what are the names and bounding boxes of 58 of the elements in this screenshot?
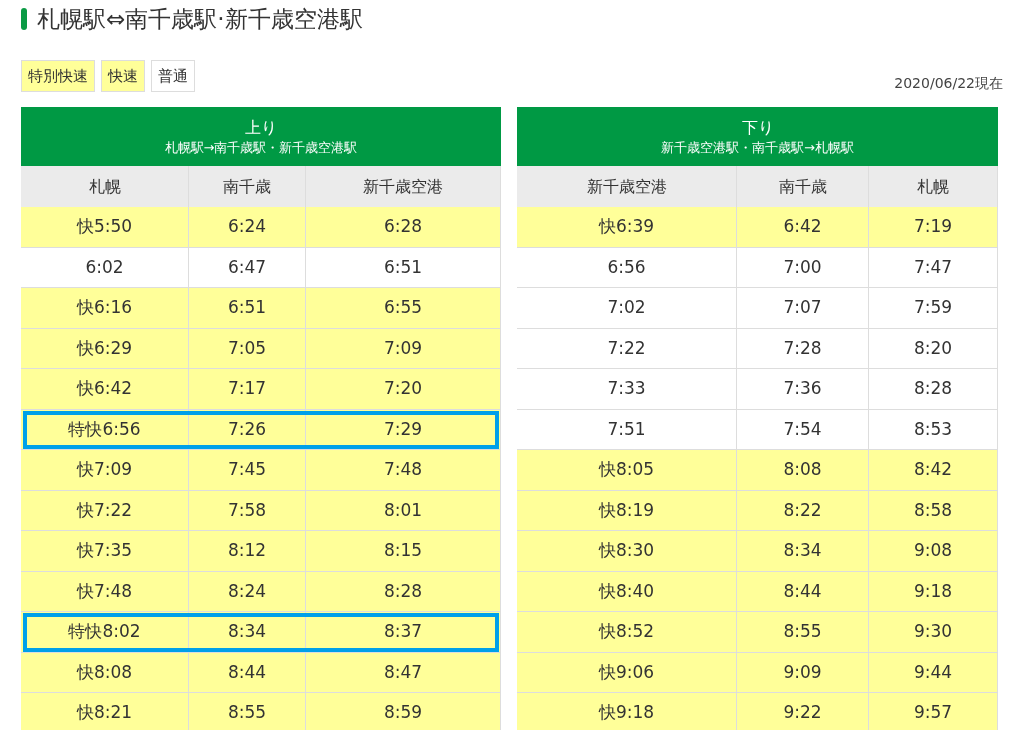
- time-cell: 快8:52: [517, 612, 737, 653]
- time-cell: 8:12: [189, 531, 306, 572]
- time-cell: 快6:42: [21, 369, 189, 410]
- time-cell: 8:08: [737, 450, 869, 491]
- time-cell: 7:33: [517, 369, 737, 410]
- column-header: 南千歳: [189, 166, 306, 207]
- train-type-label: 普通: [151, 60, 195, 92]
- time-cell: 7:48: [306, 450, 501, 491]
- time-cell: 8:59: [306, 693, 501, 730]
- time-cell: 快8:30: [517, 531, 737, 572]
- column-header: 南千歳: [737, 166, 869, 207]
- time-cell: 8:34: [189, 612, 306, 653]
- train-type-label: 快速: [101, 60, 145, 92]
- time-cell: 6:24: [189, 207, 306, 248]
- time-cell: 7:45: [189, 450, 306, 491]
- time-cell: 8:42: [869, 450, 998, 491]
- time-cell: 8:55: [189, 693, 306, 730]
- time-cell: 6:55: [306, 288, 501, 329]
- column-header: 新千歳空港: [517, 166, 737, 207]
- time-cell: 特快8:02: [21, 612, 189, 653]
- time-cell: 快8:21: [21, 693, 189, 730]
- time-cell: 6:51: [189, 288, 306, 329]
- time-cell: 7:19: [869, 207, 998, 248]
- column-header: 札幌: [21, 166, 189, 207]
- route-subtitle: 新千歳空港駅・南千歳駅→札幌駅: [661, 138, 854, 157]
- time-cell: 9:22: [737, 693, 869, 730]
- time-cell: 快7:09: [21, 450, 189, 491]
- time-cell: 快6:39: [517, 207, 737, 248]
- time-cell: 6:42: [737, 207, 869, 248]
- time-cell: 快9:18: [517, 693, 737, 730]
- time-cell: 7:59: [869, 288, 998, 329]
- time-cell: 8:55: [737, 612, 869, 653]
- time-cell: 8:15: [306, 531, 501, 572]
- column-header: 新千歳空港: [306, 166, 501, 207]
- time-cell: 9:08: [869, 531, 998, 572]
- time-cell: 6:28: [306, 207, 501, 248]
- train-type-label: 特別快速: [21, 60, 95, 92]
- page-title: 札幌駅⇔南千歳駅·新千歳空港駅: [37, 4, 363, 34]
- time-cell: 9:30: [869, 612, 998, 653]
- time-cell: 8:34: [737, 531, 869, 572]
- route-subtitle: 札幌駅→南千歳駅・新千歳空港駅: [164, 138, 358, 157]
- direction-title: 下り: [741, 116, 774, 139]
- time-cell: 7:07: [737, 288, 869, 329]
- direction-title: 上り: [245, 116, 277, 139]
- time-cell: 8:37: [306, 612, 501, 653]
- as-of-date: 2020/06/22現在: [894, 74, 1003, 93]
- time-cell: 快7:35: [21, 531, 189, 572]
- time-cell: 7:20: [306, 369, 501, 410]
- time-cell: 快5:50: [21, 207, 189, 248]
- column-header: 札幌: [869, 166, 998, 207]
- heading-accent-bar: [21, 8, 27, 30]
- time-cell: 9:57: [869, 693, 998, 730]
- time-cell: 7:17: [189, 369, 306, 410]
- time-cell: 快6:16: [21, 288, 189, 329]
- time-cell: 8:28: [869, 369, 998, 410]
- time-cell: 快8:05: [517, 450, 737, 491]
- time-cell: 7:02: [517, 288, 737, 329]
- time-cell: 7:36: [737, 369, 869, 410]
